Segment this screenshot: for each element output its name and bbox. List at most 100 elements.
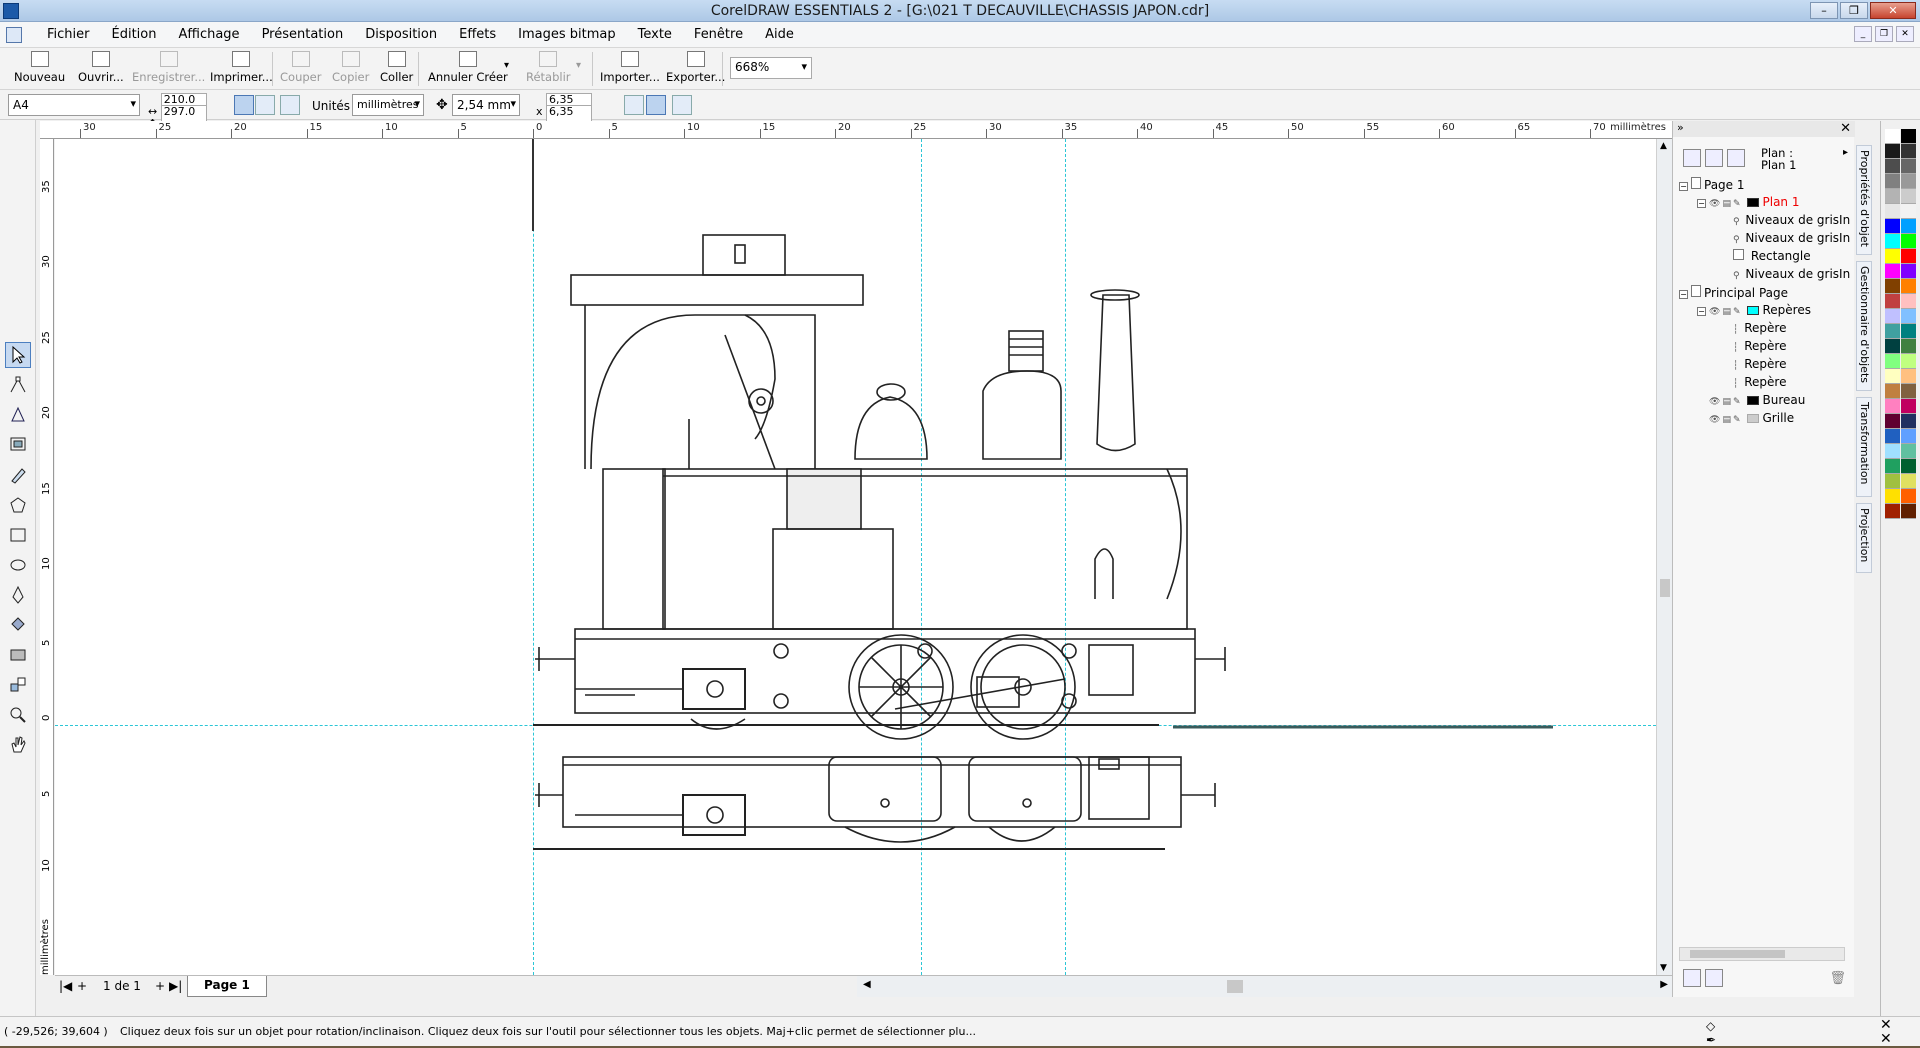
menu-affichage[interactable]: Affichage bbox=[167, 27, 250, 42]
tree-guide-3[interactable]: ┆ Repère bbox=[1733, 357, 1786, 371]
tree-layer-plan-1[interactable]: − 👁 ▤ ✎ Plan 1 bbox=[1697, 195, 1799, 209]
eye-icon[interactable]: 👁 bbox=[1709, 397, 1720, 407]
ellipse-tool[interactable] bbox=[5, 552, 31, 578]
color-swatch[interactable] bbox=[1885, 384, 1900, 399]
color-swatch[interactable] bbox=[1885, 189, 1900, 204]
import-button[interactable]: Importer... bbox=[600, 51, 660, 84]
menu-edition[interactable]: Édition bbox=[101, 27, 168, 42]
document-icon[interactable] bbox=[6, 27, 22, 43]
color-swatch[interactable] bbox=[1885, 204, 1900, 219]
docker-expand-icon[interactable]: » bbox=[1677, 121, 1684, 134]
new-master-layer-icon[interactable] bbox=[1705, 969, 1723, 987]
printer-icon[interactable]: ▤ bbox=[1722, 397, 1731, 407]
color-swatch[interactable] bbox=[1901, 504, 1916, 519]
doc-minimize-button[interactable]: _ bbox=[1854, 26, 1872, 42]
color-swatch[interactable] bbox=[1901, 459, 1916, 474]
color-swatch[interactable] bbox=[1901, 144, 1916, 159]
color-swatch[interactable] bbox=[1901, 444, 1916, 459]
tree-object-niveaux-1[interactable]: ⚲ Niveaux de grisIn bbox=[1733, 213, 1850, 227]
zoom-tool[interactable] bbox=[5, 432, 31, 458]
print-button[interactable]: Imprimer... bbox=[210, 51, 273, 84]
redo-dropdown-arrow[interactable]: ▾ bbox=[576, 60, 581, 71]
eye-icon[interactable]: 👁 bbox=[1709, 199, 1720, 209]
color-swatch[interactable] bbox=[1901, 294, 1916, 309]
pencil-icon[interactable]: ✎ bbox=[1733, 199, 1741, 209]
paste-button[interactable]: Coller bbox=[380, 51, 413, 84]
pencil-icon[interactable]: ✎ bbox=[1733, 415, 1741, 425]
new-button[interactable]: Nouveau bbox=[14, 51, 65, 84]
tree-guide-1[interactable]: ┆ Repère bbox=[1733, 321, 1786, 335]
pencil-icon[interactable]: ✎ bbox=[1733, 397, 1741, 407]
color-swatch[interactable] bbox=[1885, 219, 1900, 234]
color-swatch[interactable] bbox=[1885, 279, 1900, 294]
horizontal-scrollbar[interactable]: ◀ ▶ bbox=[857, 975, 1672, 997]
scroll-right-arrow[interactable]: ▶ bbox=[1660, 979, 1668, 990]
color-swatch[interactable] bbox=[1885, 234, 1900, 249]
color-swatch[interactable] bbox=[1901, 204, 1916, 219]
color-swatch[interactable] bbox=[1885, 444, 1900, 459]
color-swatch[interactable] bbox=[1901, 309, 1916, 324]
pencil-icon[interactable]: ✎ bbox=[1733, 307, 1741, 317]
vertical-scrollbar[interactable]: ▲ ▼ bbox=[1656, 139, 1672, 975]
collapse-icon[interactable]: − bbox=[1679, 290, 1688, 299]
doc-close-button[interactable]: ✕ bbox=[1896, 26, 1914, 42]
collapse-icon[interactable]: − bbox=[1697, 307, 1706, 316]
color-swatch[interactable] bbox=[1901, 189, 1916, 204]
pen-tool[interactable] bbox=[5, 582, 31, 608]
color-swatch[interactable] bbox=[1901, 414, 1916, 429]
tree-page-1[interactable]: − Page 1 bbox=[1679, 177, 1745, 192]
fill-tool[interactable] bbox=[5, 612, 31, 638]
color-swatch[interactable] bbox=[1901, 489, 1916, 504]
locomotive-drawing[interactable] bbox=[55, 139, 1656, 975]
zoom-level-select[interactable]: 668% ▾ bbox=[730, 57, 812, 79]
align-toggle[interactable] bbox=[646, 95, 666, 115]
tab-object-manager[interactable]: Gestionnaire d'objets bbox=[1856, 261, 1872, 391]
color-swatch[interactable] bbox=[1901, 384, 1916, 399]
color-swatch[interactable] bbox=[1901, 339, 1916, 354]
menu-fichier[interactable]: Fichier bbox=[36, 27, 101, 42]
units-mode-toggle[interactable] bbox=[624, 95, 644, 115]
color-swatch[interactable] bbox=[1901, 324, 1916, 339]
tree-object-rectangle[interactable]: Rectangle bbox=[1733, 249, 1811, 263]
color-swatch[interactable] bbox=[1885, 339, 1900, 354]
vertical-scroll-thumb[interactable] bbox=[1660, 579, 1670, 597]
maximize-button[interactable]: ❐ bbox=[1840, 2, 1868, 19]
menu-fenetre[interactable]: Fenêtre bbox=[683, 27, 754, 42]
portrait-toggle[interactable] bbox=[234, 95, 254, 115]
last-page-button[interactable]: ▶| bbox=[169, 979, 182, 993]
eye-icon[interactable]: 👁 bbox=[1709, 307, 1720, 317]
color-swatch[interactable] bbox=[1901, 354, 1916, 369]
cut-button[interactable]: Couper bbox=[280, 51, 321, 84]
menu-images-bitmap[interactable]: Images bitmap bbox=[507, 27, 626, 42]
menu-presentation[interactable]: Présentation bbox=[251, 27, 355, 42]
doc-restore-button[interactable]: ❐ bbox=[1875, 26, 1893, 42]
tree-object-niveaux-3[interactable]: ⚲ Niveaux de grisIn bbox=[1733, 267, 1850, 281]
outline-indicator-icon[interactable]: ✒ bbox=[1706, 1033, 1716, 1047]
menu-disposition[interactable]: Disposition bbox=[354, 27, 448, 42]
close-button[interactable]: ✕ bbox=[1870, 2, 1916, 19]
collapse-icon[interactable]: − bbox=[1679, 182, 1688, 191]
scroll-up-arrow[interactable]: ▲ bbox=[1660, 141, 1667, 151]
horizontal-scroll-thumb[interactable] bbox=[1227, 980, 1243, 993]
color-swatch[interactable] bbox=[1885, 369, 1900, 384]
tree-guide-2[interactable]: ┆ Repère bbox=[1733, 339, 1786, 353]
horizontal-ruler[interactable]: millimètres 30 25 20 15 10 5 0 5 10 15 20 25 30 35 40 4… bbox=[40, 121, 1672, 139]
copy-button[interactable]: Copier bbox=[332, 51, 369, 84]
printer-icon[interactable]: ▤ bbox=[1722, 199, 1731, 209]
blend-tool[interactable] bbox=[5, 672, 31, 698]
no-outline-icon[interactable]: ✕ bbox=[1880, 1031, 1892, 1047]
add-page-after-button[interactable]: + bbox=[155, 979, 165, 993]
crop-tool[interactable] bbox=[5, 402, 31, 428]
export-button[interactable]: Exporter... bbox=[666, 51, 725, 84]
tree-layer-grille[interactable]: 👁 ▤ ✎ Grille bbox=[1709, 411, 1794, 425]
printer-icon[interactable]: ▤ bbox=[1722, 307, 1731, 317]
add-page-before-button[interactable]: + bbox=[77, 979, 87, 993]
page-size-select[interactable]: A4 bbox=[8, 94, 140, 116]
color-swatch[interactable] bbox=[1885, 354, 1900, 369]
tree-principal-page[interactable]: − Principal Page bbox=[1679, 285, 1788, 300]
all-pages-toggle[interactable] bbox=[280, 95, 300, 115]
tab-object-properties[interactable]: Propriétés d'objet bbox=[1856, 145, 1872, 255]
menu-aide[interactable]: Aide bbox=[754, 27, 805, 42]
menu-effets[interactable]: Effets bbox=[448, 27, 507, 42]
collapse-icon[interactable]: − bbox=[1697, 199, 1706, 208]
